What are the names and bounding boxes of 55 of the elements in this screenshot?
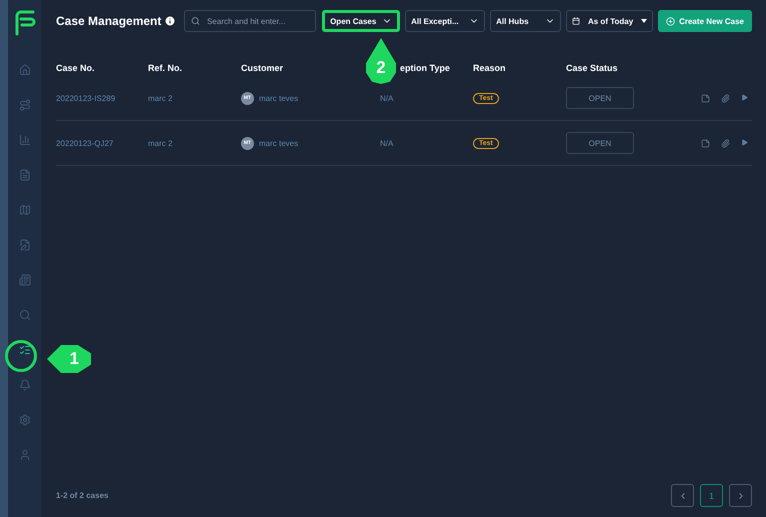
plus-circle-icon [666,16,676,26]
info-icon[interactable] [164,15,176,27]
column-header: Case No. [56,63,96,73]
table-cell-text: marc 2 [148,94,174,102]
next-page-button[interactable] [729,484,752,507]
caret-icon [641,19,648,23]
table-cell-text: N/A [380,138,394,148]
previous-page-button[interactable] [671,484,694,507]
paperclip-icon[interactable] [721,94,730,102]
table-cell: marc teves [259,94,298,102]
filter-dropdown[interactable]: All Excepti... [405,10,486,32]
document-icon[interactable] [18,169,30,181]
case-number-link[interactable]: 20220123-QJ27 [56,138,148,148]
search-input[interactable]: Search and hit enter... [205,16,310,26]
column-header: Customer [241,63,284,73]
status-button[interactable]: OPEN [566,87,634,109]
expand-icon[interactable] [741,94,748,100]
column-header: eption Type [399,63,451,73]
filter-dropdown[interactable]: Open Cases [322,10,400,32]
filter-dropdown[interactable]: All Hubs [490,10,562,32]
user-icon[interactable] [18,449,30,461]
table-cell-text: N/A [380,94,394,102]
logo-icon [14,10,36,36]
settings-icon[interactable] [18,414,30,426]
newspaper-icon[interactable] [18,274,30,286]
date-dropdown[interactable]: As of Today [566,10,654,32]
calendar-icon [572,17,580,25]
bell-icon[interactable] [18,379,30,391]
status-button[interactable]: OPEN [566,132,634,154]
column-header: Ref. No. [148,63,184,73]
highlight-ring [5,340,37,372]
expand-icon[interactable] [741,138,748,146]
case-count: 1-2 of 2 cases [56,491,108,500]
note-icon[interactable] [701,138,710,148]
map-icon[interactable] [18,204,30,216]
home-icon[interactable] [18,64,30,76]
column-header: Case Status [566,63,619,73]
case-number-link[interactable]: 20220123-IS289 [56,94,148,102]
search-icon [191,16,200,26]
search-icon[interactable] [18,309,30,321]
search-field[interactable]: Search and hit enter... [184,10,316,32]
table-cell: marc teves [259,138,298,148]
page-button[interactable]: 1 [700,484,723,507]
step-marker: 1 [47,345,91,373]
create-case-button[interactable]: Create New Case [658,10,752,32]
column-header: Reason [473,63,507,73]
note-icon[interactable] [701,94,710,102]
page-title: Case Management [56,14,162,28]
bar-chart-icon[interactable] [18,134,30,146]
route-icon[interactable] [18,99,30,111]
table-cell-text: marc 2 [148,138,174,148]
paperclip-icon[interactable] [721,138,730,148]
step-marker: 2 [366,38,396,84]
checklist-icon[interactable] [18,344,30,356]
edit-document-icon[interactable] [18,239,30,251]
